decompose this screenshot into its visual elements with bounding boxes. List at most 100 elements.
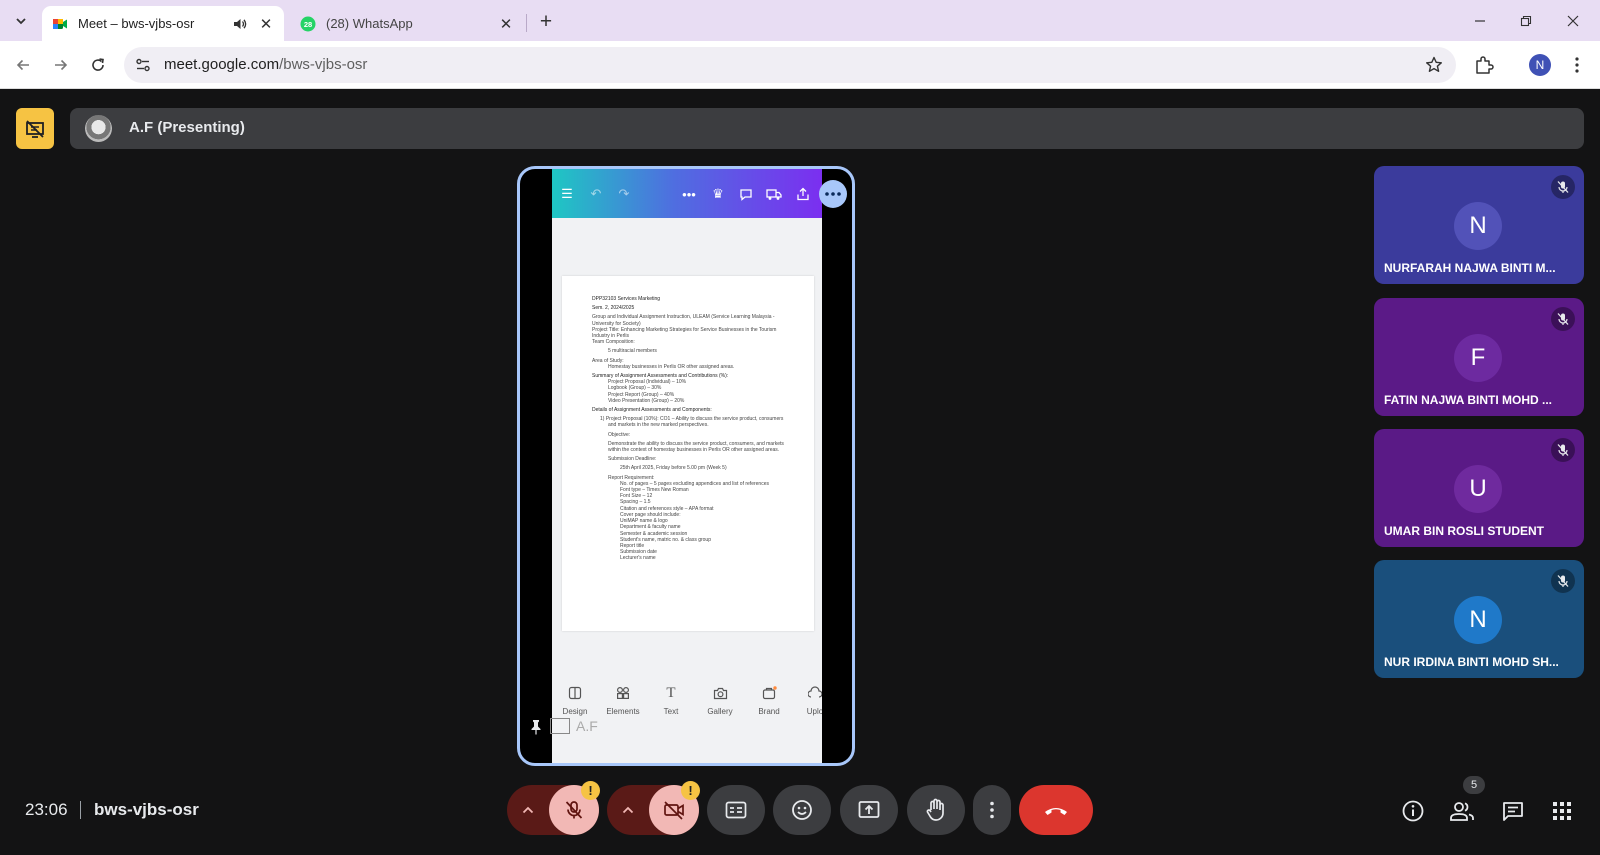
present-off-icon xyxy=(26,119,44,138)
presenter-avatar xyxy=(85,115,112,142)
reload-button[interactable] xyxy=(84,51,112,79)
restore-button[interactable] xyxy=(1511,8,1541,34)
back-button[interactable] xyxy=(9,51,37,79)
canva-toolbar: ☰ ↶ ↷ ••• ♛ xyxy=(552,169,822,218)
participant-tile[interactable]: F FATIN NAJWA BINTI MOHD ... xyxy=(1374,298,1584,416)
more-vert-icon xyxy=(1575,57,1579,73)
truck-icon xyxy=(764,184,784,204)
nav-elements: Elements xyxy=(600,684,646,716)
nav-label: Text xyxy=(663,707,679,716)
document-line: and markets in the new marked perspectiv… xyxy=(608,422,709,429)
close-window-button[interactable] xyxy=(1558,8,1588,34)
captions-button[interactable] xyxy=(707,785,765,835)
more-horiz-icon xyxy=(825,192,841,196)
participant-tile[interactable]: U UMAR BIN ROSLI STUDENT xyxy=(1374,429,1584,547)
mic-muted-icon xyxy=(1551,175,1575,199)
forward-button[interactable] xyxy=(47,51,75,79)
more-vert-icon xyxy=(990,801,994,819)
activities-button[interactable] xyxy=(1548,797,1576,825)
stage-participant-name: A.F xyxy=(576,718,598,734)
document-line: Group and Individual Assignment Instruct… xyxy=(592,314,775,321)
hand-icon xyxy=(926,798,944,821)
minimize-icon xyxy=(1475,20,1485,22)
more-options-button[interactable] xyxy=(973,785,1011,835)
present-now-button[interactable] xyxy=(840,785,898,835)
address-bar[interactable]: meet.google.com/bws-vjbs-osr xyxy=(124,47,1456,83)
audio-settings-button[interactable] xyxy=(507,785,549,835)
mic-muted-icon xyxy=(1551,307,1575,331)
mic-warning-icon: ! xyxy=(581,781,600,800)
stage-more-options-button[interactable] xyxy=(819,180,847,208)
clock: 23:06 xyxy=(25,800,68,819)
document-line: Video Presentation (Group) – 20% xyxy=(608,397,685,404)
arrow-left-icon xyxy=(16,59,29,71)
crown-icon: ♛ xyxy=(712,186,724,201)
participant-name: UMAR BIN ROSLI STUDENT xyxy=(1384,524,1544,538)
presentation-stage[interactable]: ☰ ↶ ↷ ••• ♛ DPP32103 Services Marketing S… xyxy=(517,166,855,766)
url-host: meet.google.com xyxy=(164,56,280,73)
nav-gallery: Gallery xyxy=(697,684,743,716)
reactions-button[interactable] xyxy=(773,785,831,835)
close-tab-icon[interactable]: ✕ xyxy=(498,16,514,33)
participant-tile[interactable]: N NUR IRDINA BINTI MOHD SH... xyxy=(1374,560,1584,678)
participant-name: NURFARAH NAJWA BINTI M... xyxy=(1384,261,1556,275)
document-line: Team Composition: xyxy=(592,339,635,346)
restore-icon xyxy=(1520,15,1532,27)
tab-title: (28) WhatsApp xyxy=(326,16,413,31)
pin-icon[interactable] xyxy=(529,719,543,735)
video-settings-button[interactable] xyxy=(607,785,649,835)
tab-strip: Meet – bws-vjbs-osr ✕ 28 (28) WhatsApp ✕… xyxy=(0,0,1600,41)
tab-whatsapp[interactable]: 28 (28) WhatsApp ✕ xyxy=(290,6,524,41)
document-line: Sem. 2, 2024/2025 xyxy=(592,305,635,312)
camera-warning-icon: ! xyxy=(681,781,700,800)
raise-hand-button[interactable] xyxy=(907,785,965,835)
nav-uploads: Uplo xyxy=(792,684,822,716)
participant-avatar: U xyxy=(1454,465,1502,513)
bookmark-star-icon[interactable] xyxy=(1424,55,1444,75)
tab-meet[interactable]: Meet – bws-vjbs-osr ✕ xyxy=(42,6,284,41)
upload-icon xyxy=(808,686,822,698)
meeting-code: bws-vjbs-osr xyxy=(94,800,199,819)
share-screen-icon xyxy=(550,718,570,734)
profile-avatar[interactable]: N xyxy=(1529,54,1551,76)
google-meet-icon xyxy=(53,18,67,29)
document-line: Submission Deadline: xyxy=(608,456,657,463)
leave-call-button[interactable] xyxy=(1019,785,1093,835)
chat-button[interactable] xyxy=(1499,797,1527,825)
closed-captions-icon xyxy=(725,801,747,819)
participant-avatar: F xyxy=(1454,334,1502,382)
speaker-icon[interactable] xyxy=(232,16,248,32)
new-tab-button[interactable]: + xyxy=(533,9,559,35)
microphone-control: ! xyxy=(507,781,600,835)
arrow-right-icon xyxy=(55,59,68,71)
nav-text: T Text xyxy=(648,684,694,717)
document-line: Homestay businesses in Perlis OR other a… xyxy=(608,363,735,370)
shared-document-page: DPP32103 Services Marketing Sem. 2, 2024/… xyxy=(562,276,814,631)
shared-screen: ☰ ↶ ↷ ••• ♛ DPP32103 Services Marketing S… xyxy=(552,169,822,763)
nav-label: Brand xyxy=(758,707,780,716)
info-icon xyxy=(1402,800,1424,822)
close-tab-icon[interactable]: ✕ xyxy=(258,16,274,33)
meeting-details-button[interactable] xyxy=(1399,797,1427,825)
document-line: Objective: xyxy=(608,431,631,438)
participant-name: NUR IRDINA BINTI MOHD SH... xyxy=(1384,655,1559,669)
browser-menu-button[interactable] xyxy=(1566,53,1588,77)
participant-avatar: N xyxy=(1454,202,1502,250)
site-info-icon[interactable] xyxy=(134,56,152,74)
design-icon xyxy=(568,686,582,700)
camera-icon xyxy=(713,687,727,699)
presentation-indicator[interactable] xyxy=(16,108,54,149)
people-button[interactable] xyxy=(1448,797,1476,825)
presenter-bar: A.F (Presenting) xyxy=(70,108,1584,149)
nav-label: Gallery xyxy=(707,707,733,716)
participant-tile[interactable]: N NURFARAH NAJWA BINTI M... xyxy=(1374,166,1584,284)
tab-search-button[interactable] xyxy=(8,8,34,34)
extensions-icon[interactable] xyxy=(1473,54,1495,76)
url-path: /bws-vjbs-osr xyxy=(279,56,368,73)
undo-icon: ↶ xyxy=(590,186,602,201)
share-icon xyxy=(793,184,813,204)
minimize-button[interactable] xyxy=(1465,8,1495,34)
reload-icon xyxy=(92,58,104,71)
people-icon xyxy=(1450,802,1474,821)
present-to-all-icon xyxy=(858,801,880,818)
